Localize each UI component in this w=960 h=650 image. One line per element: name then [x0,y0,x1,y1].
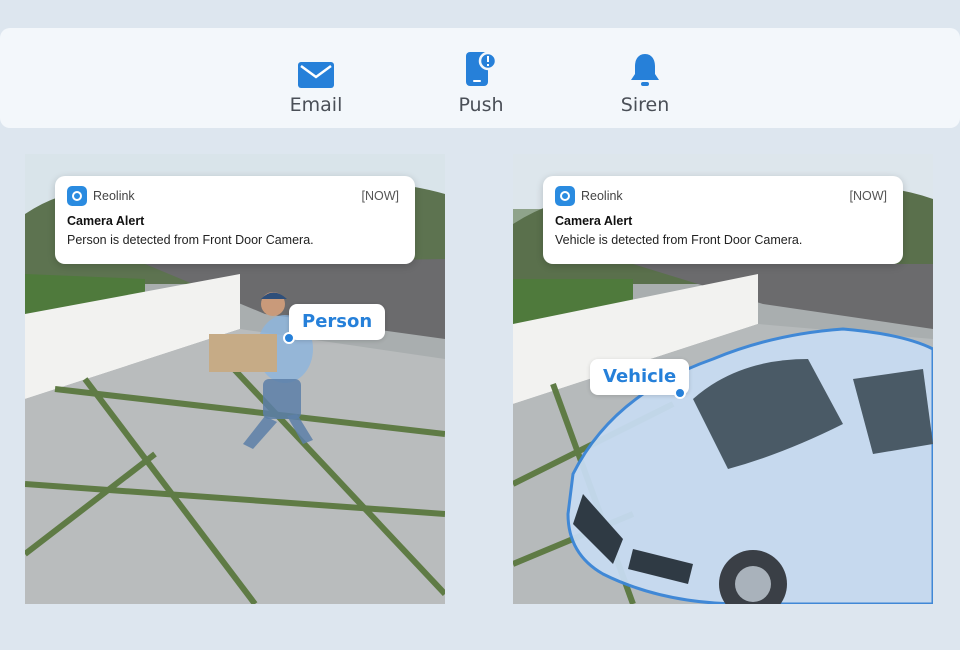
alert-method-push[interactable]: Push [421,48,541,116]
phone-alert-icon [421,48,541,88]
alert-method-label: Email [289,94,343,116]
bell-icon [585,48,705,88]
notification-message: Vehicle is detected from Front Door Came… [555,233,803,247]
alert-method-label: Push [458,94,504,116]
camera-feed-vehicle: Reolink [NOW] Camera Alert Vehicle is de… [513,154,933,604]
alert-methods-bar: Email Push Siren [0,28,960,128]
app-name: Reolink [581,189,623,203]
alert-method-siren[interactable]: Siren [585,48,705,116]
notification-card[interactable]: Reolink [NOW] Camera Alert Vehicle is de… [543,176,903,264]
notification-title: Camera Alert [555,214,633,228]
envelope-icon [256,48,376,88]
notification-card[interactable]: Reolink [NOW] Camera Alert Person is det… [55,176,415,264]
notification-title: Camera Alert [67,214,145,228]
reolink-logo-icon [67,186,87,206]
detection-point-dot [674,387,686,399]
app-name: Reolink [93,189,135,203]
reolink-logo-icon [555,186,575,206]
detection-label-person: Person [289,304,386,340]
notification-message: Person is detected from Front Door Camer… [67,233,314,247]
alert-method-email[interactable]: Email [256,48,376,116]
alert-method-label: Siren [620,94,670,116]
notification-time: [NOW] [849,189,888,203]
detection-point-dot [283,332,295,344]
camera-feed-person: Reolink [NOW] Camera Alert Person is det… [25,154,445,604]
notification-time: [NOW] [361,189,400,203]
